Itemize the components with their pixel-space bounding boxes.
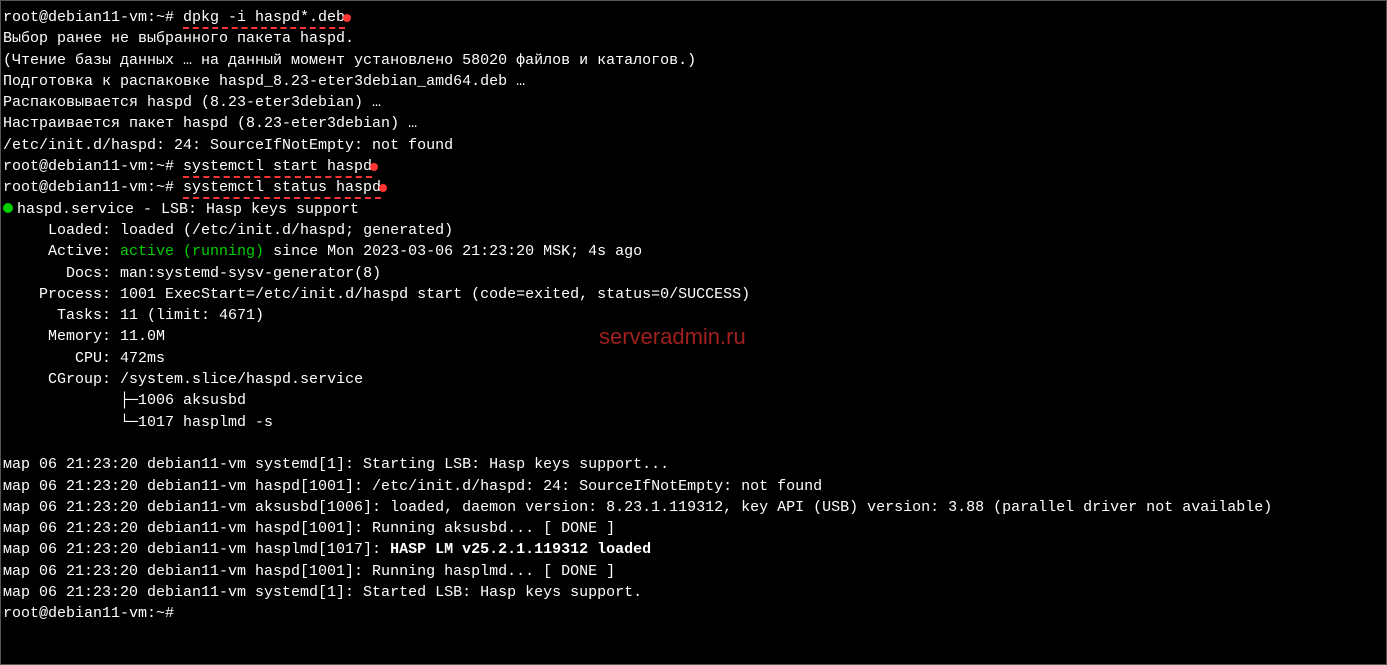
log-prefix: мар 06 21:23:20 debian11-vm hasplmd[1017… bbox=[3, 541, 390, 558]
log-line: мар 06 21:23:20 debian11-vm haspd[1001]:… bbox=[3, 518, 1384, 539]
service-status-line: haspd.service - LSB: Hasp keys support bbox=[3, 199, 1384, 220]
loaded-value: loaded (/etc/init.d/haspd; generated) bbox=[120, 222, 453, 239]
docs-line: Docs: man:systemd-sysv-generator(8) bbox=[3, 263, 1384, 284]
prompt: root@debian11-vm:~# bbox=[3, 9, 183, 26]
service-name: haspd.service - LSB: Hasp keys support bbox=[17, 201, 359, 218]
cpu-line: CPU: 472ms bbox=[3, 348, 1384, 369]
log-line: мар 06 21:23:20 debian11-vm systemd[1]: … bbox=[3, 582, 1384, 603]
log-line: мар 06 21:23:20 debian11-vm haspd[1001]:… bbox=[3, 476, 1384, 497]
log-line: мар 06 21:23:20 debian11-vm hasplmd[1017… bbox=[3, 539, 1384, 560]
cgroup-value: /system.slice/haspd.service bbox=[120, 371, 363, 388]
docs-value: man:systemd-sysv-generator(8) bbox=[120, 265, 381, 282]
log-line: мар 06 21:23:20 debian11-vm systemd[1]: … bbox=[3, 454, 1384, 475]
output-line: (Чтение базы данных … на данный момент у… bbox=[3, 50, 1384, 71]
log-line: мар 06 21:23:20 debian11-vm aksusbd[1006… bbox=[3, 497, 1384, 518]
cpu-value: 472ms bbox=[120, 350, 165, 367]
cgroup-line: CGroup: /system.slice/haspd.service bbox=[3, 369, 1384, 390]
cgroup-tree-item: ├─1006 aksusbd bbox=[3, 390, 1384, 411]
blank-line bbox=[3, 433, 1384, 454]
active-since: since Mon 2023-03-06 21:23:20 MSK; 4s ag… bbox=[264, 243, 642, 260]
terminal-line-cmd3: root@debian11-vm:~# systemctl status has… bbox=[3, 177, 1384, 198]
active-line: Active: active (running) since Mon 2023-… bbox=[3, 241, 1384, 262]
cgroup-label: CGroup: bbox=[3, 371, 120, 388]
terminal-line-cmd2: root@debian11-vm:~# systemctl start hasp… bbox=[3, 156, 1384, 177]
output-line: /etc/init.d/haspd: 24: SourceIfNotEmpty:… bbox=[3, 135, 1384, 156]
loaded-label: Loaded: bbox=[3, 222, 120, 239]
process-label: Process: bbox=[3, 286, 120, 303]
highlight-dot-icon bbox=[379, 184, 387, 192]
tasks-line: Tasks: 11 (limit: 4671) bbox=[3, 305, 1384, 326]
memory-label: Memory: bbox=[3, 328, 120, 345]
tasks-value: 11 (limit: 4671) bbox=[120, 307, 264, 324]
status-active-icon bbox=[3, 203, 13, 213]
cgroup-tree-item: └─1017 hasplmd -s bbox=[3, 412, 1384, 433]
process-line: Process: 1001 ExecStart=/etc/init.d/hasp… bbox=[3, 284, 1384, 305]
output-line: Распаковывается haspd (8.23-eter3debian)… bbox=[3, 92, 1384, 113]
log-line: мар 06 21:23:20 debian11-vm haspd[1001]:… bbox=[3, 561, 1384, 582]
prompt: root@debian11-vm:~# bbox=[3, 179, 183, 196]
output-line: Подготовка к распаковке haspd_8.23-eter3… bbox=[3, 71, 1384, 92]
memory-line: Memory: 11.0M bbox=[3, 326, 1384, 347]
highlight-dot-icon bbox=[370, 163, 378, 171]
prompt: root@debian11-vm:~# bbox=[3, 158, 183, 175]
command-text: systemctl start haspd bbox=[183, 158, 372, 178]
command-text: systemctl status haspd bbox=[183, 179, 381, 199]
terminal-line-cmd1: root@debian11-vm:~# dpkg -i haspd*.deb bbox=[3, 7, 1384, 28]
command-text: dpkg -i haspd*.deb bbox=[183, 9, 345, 29]
log-bold-text: HASP LM v25.2.1.119312 loaded bbox=[390, 541, 651, 558]
cpu-label: CPU: bbox=[3, 350, 120, 367]
highlight-dot-icon bbox=[343, 14, 351, 22]
docs-label: Docs: bbox=[3, 265, 120, 282]
tasks-label: Tasks: bbox=[3, 307, 120, 324]
output-line: Выбор ранее не выбранного пакета haspd. bbox=[3, 28, 1384, 49]
active-state: active (running) bbox=[120, 243, 264, 260]
loaded-line: Loaded: loaded (/etc/init.d/haspd; gener… bbox=[3, 220, 1384, 241]
active-label: Active: bbox=[3, 243, 120, 260]
process-value: 1001 ExecStart=/etc/init.d/haspd start (… bbox=[120, 286, 750, 303]
output-line: Настраивается пакет haspd (8.23-eter3deb… bbox=[3, 113, 1384, 134]
terminal-prompt[interactable]: root@debian11-vm:~# bbox=[3, 603, 1384, 624]
memory-value: 11.0M bbox=[120, 328, 165, 345]
